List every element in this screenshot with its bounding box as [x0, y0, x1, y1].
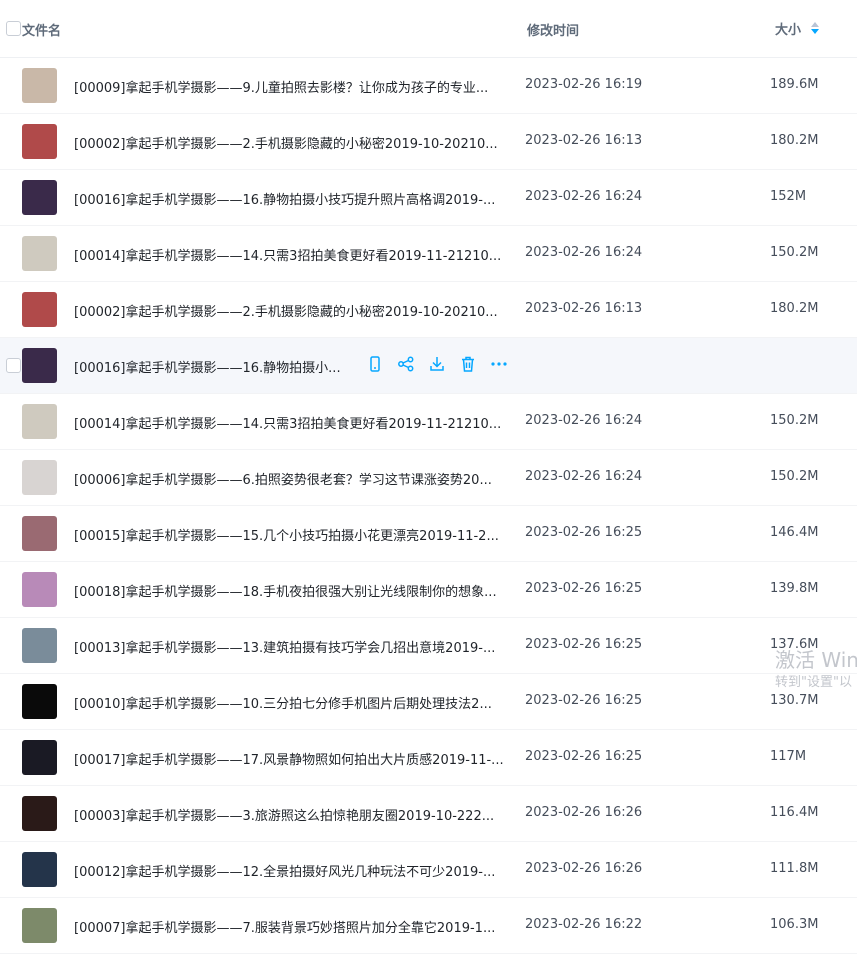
file-row[interactable]: [00014]拿起手机学摄影——14.只需3招拍美食更好看2019-11-212… — [0, 226, 857, 282]
file-row[interactable]: [00014]拿起手机学摄影——14.只需3招拍美食更好看2019-11-212… — [0, 394, 857, 450]
column-header-time[interactable]: 修改时间 — [527, 20, 579, 39]
file-size: 180.2M — [770, 301, 819, 316]
file-size: 130.7M — [770, 693, 819, 708]
file-name[interactable]: [00009]拿起手机学摄影——9.儿童拍照去影楼？让你成为孩子的专业... — [74, 77, 488, 96]
file-row[interactable]: [00009]拿起手机学摄影——9.儿童拍照去影楼？让你成为孩子的专业... 20… — [0, 58, 857, 114]
video-thumbnail[interactable] — [22, 908, 57, 943]
select-all-checkbox[interactable] — [6, 21, 21, 36]
file-name[interactable]: [00013]拿起手机学摄影——13.建筑拍摄有技巧学会几招出意境2019-..… — [74, 637, 495, 656]
modified-time: 2023-02-26 16:13 — [525, 301, 643, 316]
video-thumbnail[interactable] — [22, 292, 57, 327]
file-size: 150.2M — [770, 245, 819, 260]
file-row[interactable]: [00013]拿起手机学摄影——13.建筑拍摄有技巧学会几招出意境2019-..… — [0, 618, 857, 674]
file-row[interactable]: [00018]拿起手机学摄影——18.手机夜拍很强大别让光线限制你的想象... 2… — [0, 562, 857, 618]
video-thumbnail[interactable] — [22, 796, 57, 831]
video-thumbnail[interactable] — [22, 460, 57, 495]
modified-time: 2023-02-26 16:26 — [525, 861, 643, 876]
modified-time: 2023-02-26 16:13 — [525, 133, 643, 148]
file-name[interactable]: [00014]拿起手机学摄影——14.只需3招拍美食更好看2019-11-212… — [74, 413, 501, 432]
video-thumbnail[interactable] — [22, 852, 57, 887]
file-row[interactable]: [00015]拿起手机学摄影——15.几个小技巧拍摄小花更漂亮2019-11-2… — [0, 506, 857, 562]
file-row[interactable]: [00007]拿起手机学摄影——7.服装背景巧妙搭照片加分全靠它2019-1..… — [0, 898, 857, 954]
file-row[interactable]: [00010]拿起手机学摄影——10.三分拍七分修手机图片后期处理技法2... 2… — [0, 674, 857, 730]
video-thumbnail[interactable] — [22, 628, 57, 663]
video-thumbnail[interactable] — [22, 740, 57, 775]
file-name[interactable]: [00010]拿起手机学摄影——10.三分拍七分修手机图片后期处理技法2... — [74, 693, 492, 712]
modified-time: 2023-02-26 16:25 — [525, 693, 643, 708]
phone-icon[interactable] — [366, 355, 386, 375]
more-icon[interactable] — [490, 355, 510, 375]
video-thumbnail[interactable] — [22, 516, 57, 551]
file-size: 106.3M — [770, 917, 819, 932]
file-name[interactable]: [00014]拿起手机学摄影——14.只需3招拍美食更好看2019-11-212… — [74, 245, 501, 264]
file-row[interactable]: [00016]拿起手机学摄影——16.静物拍摄小... — [0, 338, 857, 394]
sort-desc-icon[interactable] — [811, 22, 819, 36]
modified-time: 2023-02-26 16:24 — [525, 189, 643, 204]
modified-time: 2023-02-26 16:25 — [525, 637, 643, 652]
file-list-header: 文件名 修改时间 大小 — [0, 0, 857, 58]
file-size: 146.4M — [770, 525, 819, 540]
file-name[interactable]: [00002]拿起手机学摄影——2.手机摄影隐藏的小秘密2019-10-2021… — [74, 301, 498, 320]
column-header-name[interactable]: 文件名 — [22, 20, 61, 39]
file-row[interactable]: [00017]拿起手机学摄影——17.风景静物照如何拍出大片质感2019-11-… — [0, 730, 857, 786]
file-name[interactable]: [00002]拿起手机学摄影——2.手机摄影隐藏的小秘密2019-10-2021… — [74, 133, 498, 152]
file-row[interactable]: [00016]拿起手机学摄影——16.静物拍摄小技巧提升照片高格调2019-..… — [0, 170, 857, 226]
file-size: 117M — [770, 749, 807, 764]
file-name[interactable]: [00006]拿起手机学摄影——6.拍照姿势很老套？学习这节课涨姿势20... — [74, 469, 492, 488]
file-size: 152M — [770, 189, 807, 204]
modified-time: 2023-02-26 16:24 — [525, 469, 643, 484]
file-size: 150.2M — [770, 469, 819, 484]
column-header-size[interactable]: 大小 — [775, 19, 801, 38]
activation-watermark-hint: 转到"设置"以 — [775, 675, 852, 690]
file-size: 111.8M — [770, 861, 819, 876]
row-checkbox[interactable] — [6, 358, 21, 373]
file-name[interactable]: [00007]拿起手机学摄影——7.服装背景巧妙搭照片加分全靠它2019-1..… — [74, 917, 495, 936]
file-row[interactable]: [00002]拿起手机学摄影——2.手机摄影隐藏的小秘密2019-10-2021… — [0, 282, 857, 338]
modified-time: 2023-02-26 16:25 — [525, 749, 643, 764]
file-name[interactable]: [00017]拿起手机学摄影——17.风景静物照如何拍出大片质感2019-11-… — [74, 749, 504, 768]
modified-time: 2023-02-26 16:26 — [525, 805, 643, 820]
file-row[interactable]: [00003]拿起手机学摄影——3.旅游照这么拍惊艳朋友圈2019-10-222… — [0, 786, 857, 842]
activation-watermark: 激活 Win — [775, 648, 857, 672]
video-thumbnail[interactable] — [22, 684, 57, 719]
file-size: 139.8M — [770, 581, 819, 596]
delete-icon[interactable] — [459, 355, 479, 375]
file-row[interactable]: [00006]拿起手机学摄影——6.拍照姿势很老套？学习这节课涨姿势20... 2… — [0, 450, 857, 506]
modified-time: 2023-02-26 16:19 — [525, 77, 643, 92]
file-row[interactable]: [00012]拿起手机学摄影——12.全景拍摄好风光几种玩法不可少2019-..… — [0, 842, 857, 898]
file-name[interactable]: [00016]拿起手机学摄影——16.静物拍摄小技巧提升照片高格调2019-..… — [74, 189, 495, 208]
file-name[interactable]: [00016]拿起手机学摄影——16.静物拍摄小... — [74, 357, 341, 376]
file-size: 189.6M — [770, 77, 819, 92]
modified-time: 2023-02-26 16:24 — [525, 413, 643, 428]
video-thumbnail[interactable] — [22, 236, 57, 271]
modified-time: 2023-02-26 16:24 — [525, 245, 643, 260]
video-thumbnail[interactable] — [22, 404, 57, 439]
file-name[interactable]: [00003]拿起手机学摄影——3.旅游照这么拍惊艳朋友圈2019-10-222… — [74, 805, 494, 824]
file-size: 116.4M — [770, 805, 819, 820]
file-row[interactable]: [00002]拿起手机学摄影——2.手机摄影隐藏的小秘密2019-10-2021… — [0, 114, 857, 170]
file-size: 180.2M — [770, 133, 819, 148]
file-name[interactable]: [00012]拿起手机学摄影——12.全景拍摄好风光几种玩法不可少2019-..… — [74, 861, 495, 880]
video-thumbnail[interactable] — [22, 68, 57, 103]
video-thumbnail[interactable] — [22, 572, 57, 607]
modified-time: 2023-02-26 16:25 — [525, 581, 643, 596]
modified-time: 2023-02-26 16:25 — [525, 525, 643, 540]
file-name[interactable]: [00015]拿起手机学摄影——15.几个小技巧拍摄小花更漂亮2019-11-2… — [74, 525, 499, 544]
video-thumbnail[interactable] — [22, 348, 57, 383]
modified-time: 2023-02-26 16:22 — [525, 917, 643, 932]
file-size: 150.2M — [770, 413, 819, 428]
file-list: [00009]拿起手机学摄影——9.儿童拍照去影楼？让你成为孩子的专业... 20… — [0, 58, 857, 954]
share-icon[interactable] — [397, 355, 417, 375]
file-name[interactable]: [00018]拿起手机学摄影——18.手机夜拍很强大别让光线限制你的想象... — [74, 581, 497, 600]
video-thumbnail[interactable] — [22, 124, 57, 159]
download-icon[interactable] — [428, 355, 448, 375]
video-thumbnail[interactable] — [22, 180, 57, 215]
